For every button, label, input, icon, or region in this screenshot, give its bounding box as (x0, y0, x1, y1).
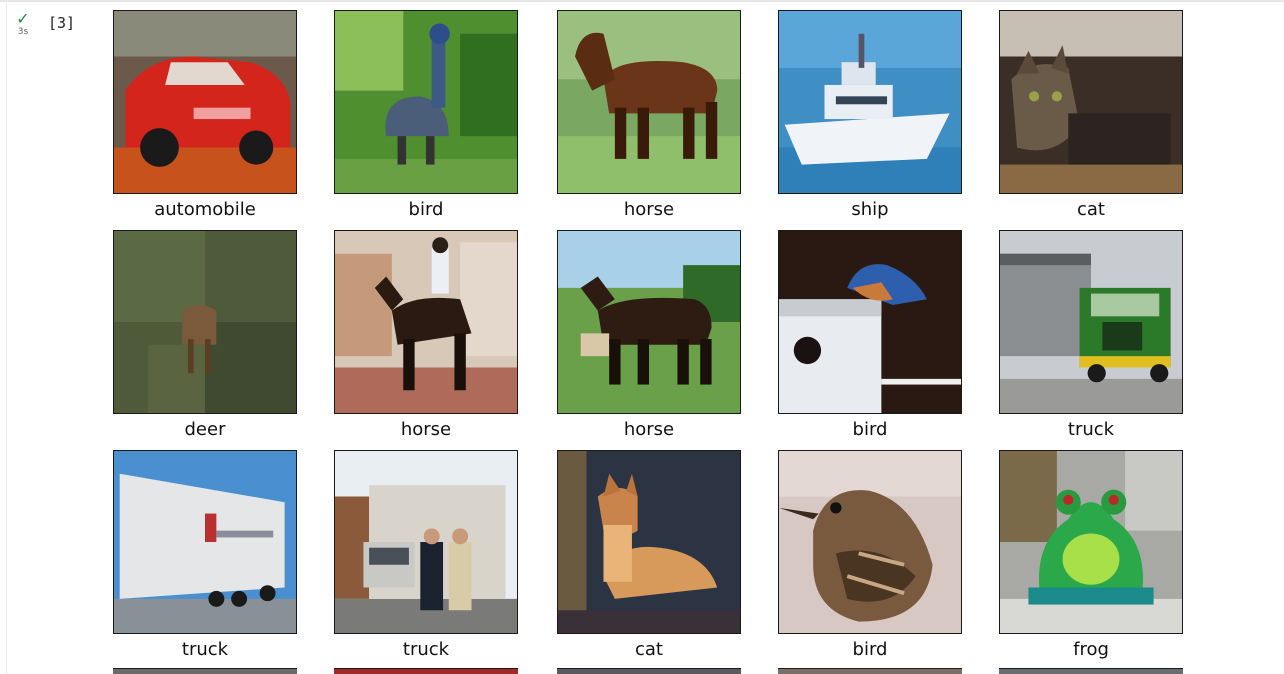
image-label: truck (181, 639, 229, 660)
execution-count: [3] (48, 14, 76, 32)
image-label: horse (623, 199, 675, 220)
image-label: bird (408, 199, 444, 220)
cat-image (558, 451, 740, 633)
image-tile-truck (334, 450, 518, 634)
image-tile-frog (999, 450, 1183, 634)
frog-image (1000, 451, 1182, 633)
image-tile-cat (557, 450, 741, 634)
image-label: truck (402, 639, 450, 660)
cell-left-border (6, 0, 7, 674)
image-tile-ship (778, 10, 962, 194)
truck-image (335, 451, 517, 633)
car-image (114, 11, 296, 193)
image-tile-partial (334, 668, 518, 674)
image-label: horse (623, 419, 675, 440)
image-tile-partial (113, 668, 297, 674)
image-tile-cat (999, 10, 1183, 194)
image-tile-horse (557, 230, 741, 414)
execution-status[interactable]: ✓ 3s (12, 9, 34, 38)
image-label: deer (184, 419, 226, 440)
image-tile-truck (999, 230, 1183, 414)
deer-image (114, 231, 296, 413)
cell-top-border (0, 0, 1284, 2)
image-tile-partial (557, 668, 741, 674)
image-tile-horse (334, 230, 518, 414)
image-label: automobile (154, 199, 256, 220)
image-tile-truck (113, 450, 297, 634)
image-tile-horse (557, 10, 741, 194)
image-tile-deer (113, 230, 297, 414)
notebook-code-cell: ✓ 3s [3] automobile bird horse ship cat … (0, 0, 1284, 674)
bird-image (779, 451, 961, 633)
image-tile-partial (999, 668, 1183, 674)
truck-image (114, 451, 296, 633)
horse-image (558, 11, 740, 193)
image-label: frog (1073, 639, 1109, 660)
checkmark-icon: ✓ (16, 9, 30, 28)
ship-image (779, 11, 961, 193)
image-label: cat (635, 639, 663, 660)
image-label: bird (852, 419, 888, 440)
image-label: horse (400, 419, 452, 440)
cat-image (1000, 11, 1182, 193)
image-label: ship (851, 199, 889, 220)
image-tile-bird (334, 10, 518, 194)
image-label: truck (1067, 419, 1115, 440)
execution-duration: 3s (17, 27, 29, 37)
truck-image (1000, 231, 1182, 413)
image-label: cat (1077, 199, 1105, 220)
bird-image (779, 231, 961, 413)
horse-image (558, 231, 740, 413)
image-tile-bird (778, 230, 962, 414)
image-tile-automobile (113, 10, 297, 194)
image-tile-bird (778, 450, 962, 634)
horse-image (335, 231, 517, 413)
bird-image (335, 11, 517, 193)
image-label: bird (852, 639, 888, 660)
image-tile-partial (778, 668, 962, 674)
